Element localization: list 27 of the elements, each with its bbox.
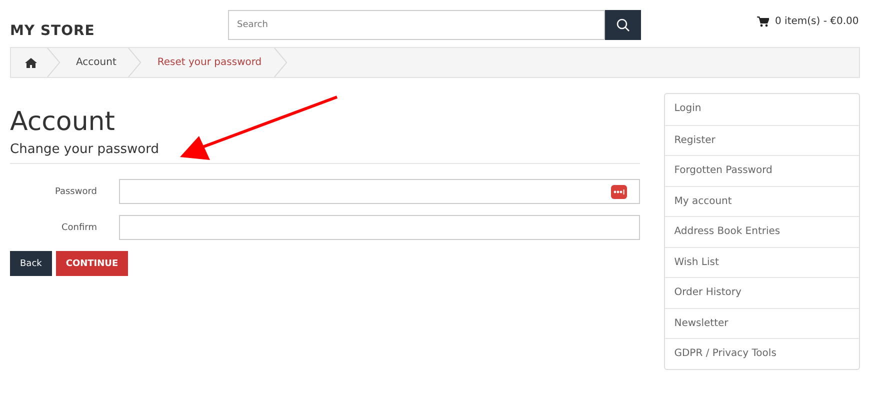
- home-icon: [25, 58, 37, 68]
- search-button[interactable]: [605, 10, 641, 40]
- sidebar-item[interactable]: Order History: [665, 277, 859, 308]
- sidebar-item[interactable]: My account: [665, 186, 859, 216]
- sidebar-item[interactable]: Newsletter: [665, 308, 859, 338]
- breadcrumb-link[interactable]: Account: [61, 57, 128, 68]
- cart-icon: [757, 16, 769, 27]
- sidebar-item[interactable]: Wish List: [665, 246, 859, 277]
- breadcrumb-link[interactable]: Reset your password: [142, 57, 274, 68]
- back-button[interactable]: Back: [10, 251, 52, 276]
- sidebar-item[interactable]: GDPR / Privacy Tools: [665, 338, 859, 368]
- continue-button[interactable]: CONTINUE: [56, 251, 128, 276]
- sidebar-item[interactable]: Register: [665, 124, 859, 155]
- page-title: Account: [10, 106, 115, 138]
- store-logo[interactable]: MY STORE: [10, 8, 228, 38]
- search-icon: [616, 18, 630, 32]
- field-label: Confirm: [60, 222, 97, 232]
- sidebar-item[interactable]: Login: [665, 94, 859, 124]
- section-heading: Change your password: [10, 142, 159, 157]
- search-field[interactable]: Search: [228, 10, 605, 40]
- input-field[interactable]: [119, 215, 640, 240]
- field-label: Password: [54, 186, 97, 196]
- password-manager-icon[interactable]: [611, 184, 628, 198]
- sidebar-item[interactable]: Address Book Entries: [665, 216, 859, 246]
- sidebar-item[interactable]: Forgotten Password: [665, 155, 859, 186]
- cart-button[interactable]: 0 item(s) - €0.00: [757, 16, 859, 27]
- input-field[interactable]: [119, 179, 640, 204]
